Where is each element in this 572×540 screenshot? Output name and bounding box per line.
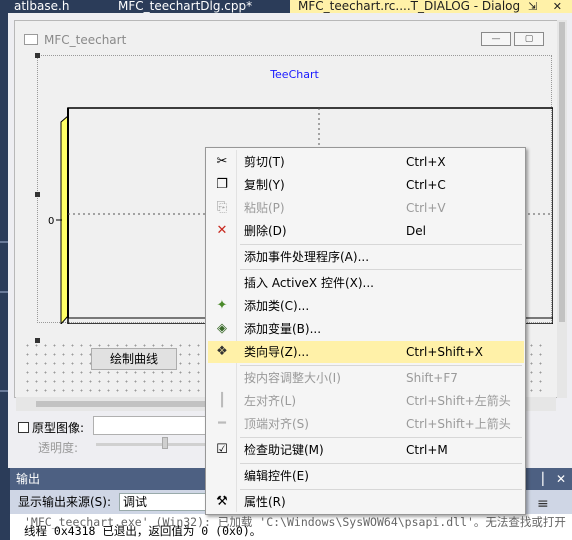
selection-handle[interactable] [35, 192, 40, 197]
minimize-button[interactable]: — [481, 32, 511, 46]
tab-mfc-teechart-rc-dialog[interactable]: MFC_teechart.rc....T_DIALOG - Dialog ⇲ ✕ [290, 0, 572, 13]
solution-panel-edge [0, 13, 8, 468]
document-tab-strip: atlbase.h MFC_teechartDlg.cpp* MFC_teech… [0, 0, 572, 13]
pin-icon[interactable]: ▕ [534, 468, 543, 490]
menu-item-label: 类向导(Z)... [244, 345, 310, 359]
menu-item-size-to-content[interactable]: 按内容调整大小(I) Shift+F7 [208, 367, 524, 389]
menu-item-label: 属性(R) [244, 495, 286, 509]
checkbox-label: 原型图像: [32, 421, 85, 435]
menu-separator [240, 437, 522, 438]
tab-mfc-teechartdlg-cpp[interactable]: MFC_teechartDlg.cpp* [106, 0, 286, 13]
menu-item-label: 顶端对齐(S) [244, 417, 309, 431]
menu-item-edit-control[interactable]: 编辑控件(E) [208, 465, 524, 487]
menu-item-shortcut: Del [406, 224, 426, 238]
menu-item-shortcut: Ctrl+C [406, 178, 446, 192]
menu-separator [240, 365, 522, 366]
menu-item-class-wizard[interactable]: ❖ 类向导(Z)... Ctrl+Shift+X [208, 341, 524, 363]
class-wizard-icon: ❖ [216, 344, 228, 359]
paste-icon: ⎘ [216, 200, 228, 215]
menu-item-label: 粘贴(P) [244, 201, 285, 215]
menu-item-shortcut: Ctrl+X [406, 155, 446, 169]
check-mnemonics-icon: ☑ [216, 442, 228, 457]
menu-item-copy[interactable]: ❐ 复制(Y) Ctrl+C [208, 174, 524, 196]
menu-item-align-left[interactable]: ┃ 左对齐(L) Ctrl+Shift+左箭头 [208, 390, 524, 412]
menu-item-label: 添加类(C)... [244, 299, 310, 313]
checkbox-box[interactable] [18, 422, 29, 433]
menu-item-cut[interactable]: ✂ 剪切(T) Ctrl+X [208, 151, 524, 173]
vertical-scrollbar-thumb[interactable] [559, 22, 565, 322]
menu-item-label: 左对齐(L) [244, 394, 297, 408]
vertical-scrollbar[interactable] [557, 20, 567, 398]
menu-item-delete[interactable]: ✕ 删除(D) Del [208, 220, 524, 242]
original-image-checkbox[interactable]: 原型图像: [18, 419, 84, 436]
panel-edge-marker [0, 390, 8, 392]
close-icon[interactable]: ✕ [556, 468, 566, 490]
menu-item-label: 编辑控件(E) [244, 469, 309, 483]
cut-icon: ✂ [216, 154, 228, 169]
tab-active-label: MFC_teechart.rc....T_DIALOG - Dialog [298, 0, 521, 13]
menu-item-properties[interactable]: ⚒ 属性(R) [208, 491, 524, 513]
add-class-icon: ✦ [216, 298, 228, 313]
selection-handle[interactable] [35, 53, 40, 58]
dialog-title-text: MFC_teechart [44, 33, 127, 47]
menu-item-add-event-handler[interactable]: 添加事件处理程序(A)... [208, 246, 524, 268]
menu-item-label: 添加事件处理程序(A)... [244, 250, 370, 264]
menu-item-align-top[interactable]: ━ 顶端对齐(S) Ctrl+Shift+上箭头 [208, 413, 524, 435]
align-left-icon: ┃ [218, 393, 226, 408]
dialog-title: MFC_teechart [24, 33, 126, 47]
maximize-button[interactable]: ▢ [514, 32, 544, 46]
delete-icon: ✕ [216, 223, 228, 238]
panel-edge-marker [0, 291, 8, 293]
menu-item-label: 按内容调整大小(I) [244, 371, 341, 385]
align-top-icon: ━ [218, 416, 226, 431]
menu-item-label: 剪切(T) [244, 155, 285, 169]
output-options-icon[interactable]: ≡ [537, 492, 549, 516]
opacity-label: 透明度: [38, 441, 79, 455]
menu-separator [240, 244, 522, 245]
chart-wall-left [60, 114, 69, 324]
menu-item-insert-activex[interactable]: 插入 ActiveX 控件(X)... [208, 272, 524, 294]
menu-item-add-class[interactable]: ✦ 添加类(C)... [208, 295, 524, 317]
tab-atlbase-h[interactable]: atlbase.h [0, 0, 106, 13]
output-line: 线程 0x4318 已退出，返回值为 0 (0x0)。 [24, 524, 262, 538]
draw-curve-button[interactable]: 绘制曲线 [91, 348, 177, 370]
opacity-slider[interactable] [96, 443, 206, 446]
menu-item-label: 插入 ActiveX 控件(X)... [244, 276, 374, 290]
menu-item-check-mnemonics[interactable]: ☑ 检查助记键(M) Ctrl+M [208, 439, 524, 461]
menu-item-shortcut: Shift+F7 [406, 371, 458, 385]
menu-separator [240, 489, 522, 490]
menu-separator [240, 269, 522, 270]
menu-separator [240, 463, 522, 464]
menu-item-shortcut: Ctrl+V [406, 201, 446, 215]
tab-pin-close-icon[interactable]: ⇲ ✕ [528, 0, 568, 13]
menu-item-paste[interactable]: ⎘ 粘贴(P) Ctrl+V [208, 197, 524, 219]
context-menu: ✂ 剪切(T) Ctrl+X ❐ 复制(Y) Ctrl+C ⎘ 粘贴(P) Ct… [205, 147, 526, 515]
menu-item-label: 复制(Y) [244, 178, 285, 192]
output-panel-title: 输出 [16, 472, 41, 486]
menu-item-label: 删除(D) [244, 224, 287, 238]
output-source-label: 显示输出来源(S): [18, 495, 112, 509]
copy-icon: ❐ [216, 177, 228, 192]
output-source-select[interactable]: 调试 [119, 493, 209, 511]
opacity-slider-thumb[interactable] [162, 437, 168, 449]
y-tick-label: 0 [48, 216, 54, 227]
menu-item-label: 添加变量(B)... [244, 322, 322, 336]
properties-icon: ⚒ [216, 494, 228, 509]
add-variable-icon: ◈ [217, 321, 227, 336]
menu-item-add-variable[interactable]: ◈ 添加变量(B)... [208, 318, 524, 340]
menu-item-label: 检查助记键(M) [244, 443, 324, 457]
menu-item-shortcut: Ctrl+Shift+X [406, 345, 483, 359]
menu-item-shortcut: Ctrl+M [406, 443, 448, 457]
panel-edge-marker [0, 241, 8, 243]
menu-item-shortcut: Ctrl+Shift+上箭头 [406, 417, 511, 431]
menu-item-shortcut: Ctrl+Shift+左箭头 [406, 394, 511, 408]
window-icon [24, 34, 38, 45]
image-path-field[interactable] [93, 416, 208, 435]
